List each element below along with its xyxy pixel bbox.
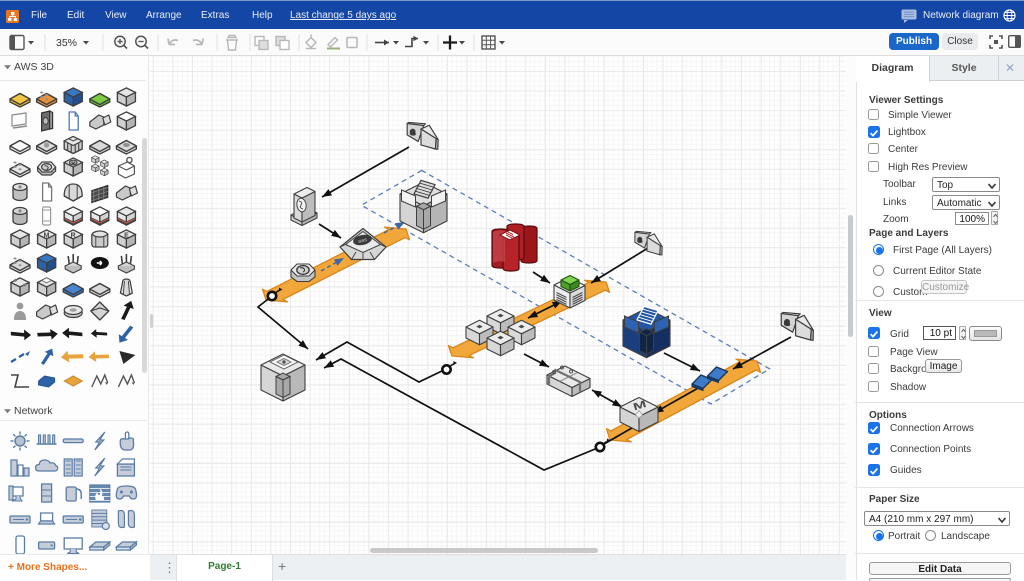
svg-text:E: E	[124, 233, 129, 240]
svg-text:R: R	[71, 233, 76, 240]
svg-text:M: M	[44, 233, 50, 240]
svg-text:35%: 35%	[56, 37, 77, 49]
